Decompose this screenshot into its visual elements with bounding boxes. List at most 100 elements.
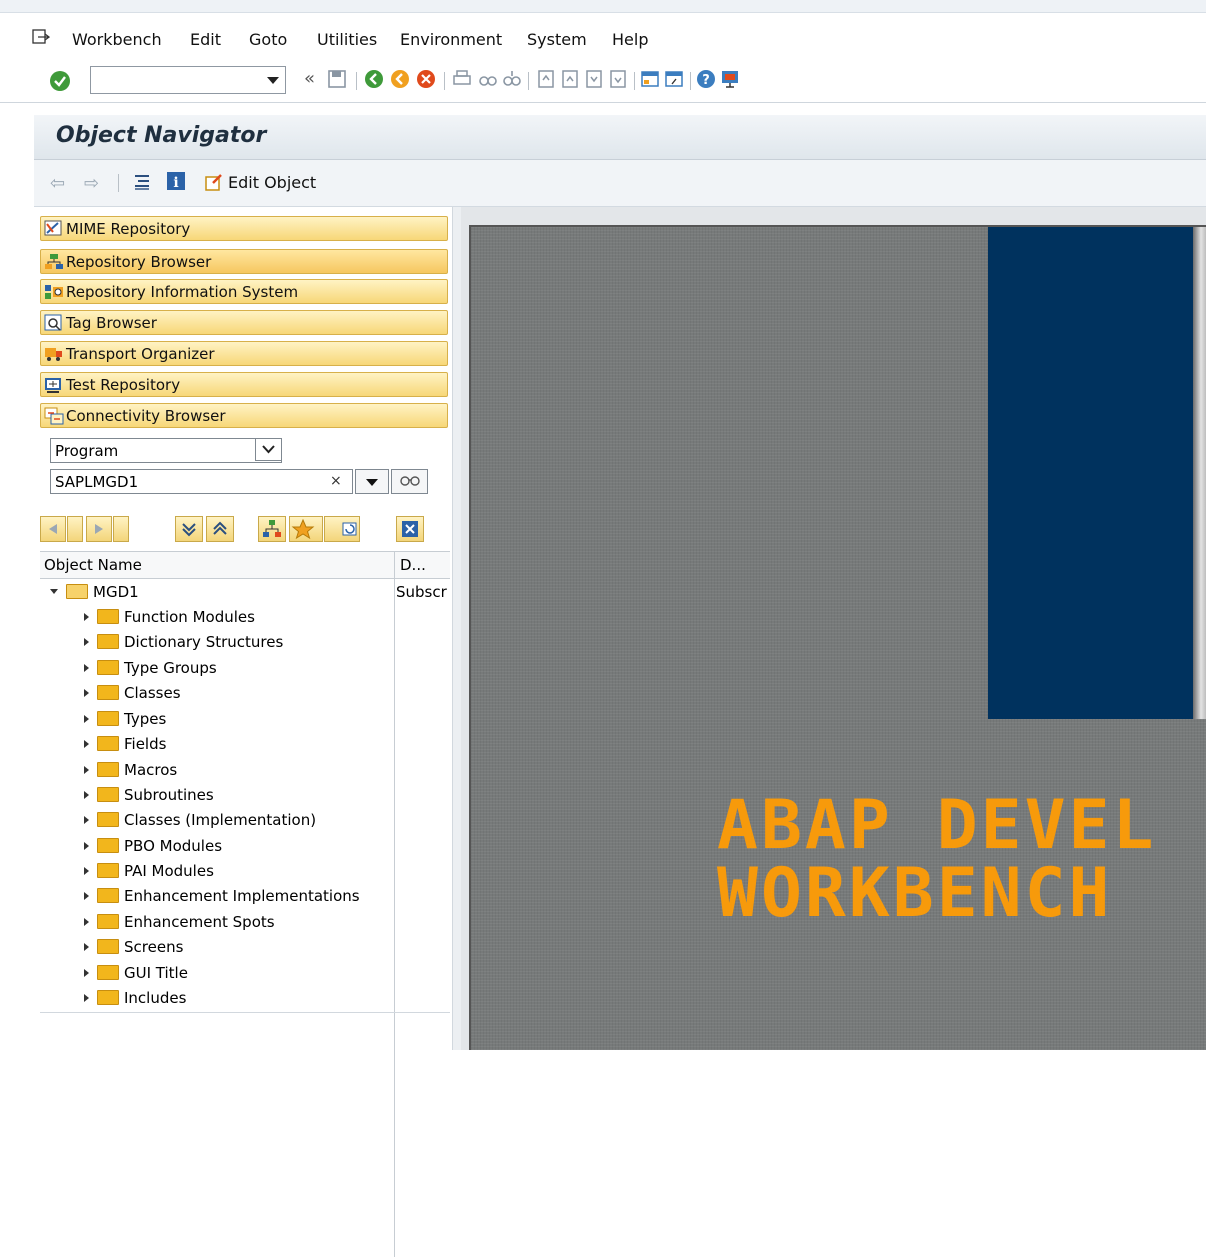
tree-forward-icon[interactable] <box>86 516 112 542</box>
expand-toggle-icon[interactable] <box>84 637 89 646</box>
collapse-all-icon[interactable] <box>206 516 234 542</box>
tree-node-enhancement-spots[interactable]: Enhancement Spots <box>40 909 275 934</box>
column-object-name[interactable]: Object Name <box>44 556 142 574</box>
new-session-icon[interactable] <box>640 68 660 90</box>
transport-organizer-button[interactable]: Transport Organizer <box>40 341 448 366</box>
tree-node-subroutines[interactable]: Subroutines <box>40 782 214 807</box>
expand-toggle-icon[interactable] <box>84 891 89 900</box>
display-button[interactable] <box>391 469 428 494</box>
info-icon[interactable]: i <box>166 171 186 191</box>
tree-node-types[interactable]: Types <box>40 706 166 731</box>
tree-node-type-groups[interactable]: Type Groups <box>40 655 217 680</box>
back-icon[interactable] <box>364 68 384 90</box>
system-menu-icon[interactable] <box>32 29 50 45</box>
edit-object-button[interactable]: Edit Object <box>204 168 316 196</box>
expand-toggle-icon[interactable] <box>84 866 89 875</box>
expand-toggle-icon[interactable] <box>84 917 89 926</box>
tree-node-pai-modules[interactable]: PAI Modules <box>40 858 214 883</box>
shortcut-icon[interactable] <box>664 68 684 90</box>
tree-back-icon[interactable] <box>40 516 66 542</box>
tree-node-enhancement-implementations[interactable]: Enhancement Implementations <box>40 883 360 908</box>
tree-forward-menu-icon[interactable] <box>113 516 129 542</box>
menu-utilities[interactable]: Utilities <box>317 30 377 49</box>
tree-node-classes-implementation[interactable]: Classes (Implementation) <box>40 807 316 832</box>
expand-toggle-icon[interactable] <box>84 993 89 1002</box>
object-name-input[interactable]: SAPLMGD1 <box>50 469 353 494</box>
hierarchy-tree-icon[interactable] <box>258 516 286 542</box>
last-page-icon[interactable] <box>608 68 628 90</box>
expand-toggle-icon[interactable] <box>84 765 89 774</box>
tree-node-classes[interactable]: Classes <box>40 680 181 705</box>
expand-toggle-icon[interactable] <box>84 942 89 951</box>
check-icon[interactable] <box>50 71 70 91</box>
clear-icon[interactable]: × <box>330 473 342 489</box>
menu-help[interactable]: Help <box>612 30 648 49</box>
menu-environment[interactable]: Environment <box>400 30 502 49</box>
expand-toggle-icon[interactable] <box>84 841 89 850</box>
forward-arrow-icon[interactable]: ⇨ <box>84 173 99 194</box>
expand-toggle-icon[interactable] <box>84 790 89 799</box>
test-repository-button[interactable]: Test Repository <box>40 372 448 397</box>
repository-info-system-button[interactable]: Repository Information System <box>40 279 448 304</box>
refresh-icon[interactable] <box>324 516 360 542</box>
tag-browser-button[interactable]: Tag Browser <box>40 310 448 335</box>
first-page-icon[interactable] <box>536 68 556 90</box>
expand-toggle-icon[interactable] <box>50 589 58 594</box>
cancel-icon[interactable] <box>416 68 436 90</box>
print-icon[interactable] <box>452 68 472 90</box>
layout-icon[interactable] <box>720 68 740 90</box>
tree-node-macros[interactable]: Macros <box>40 757 177 782</box>
tree-back-menu-icon[interactable] <box>67 516 83 542</box>
expand-toggle-icon[interactable] <box>84 663 89 672</box>
tree-node-gui-title[interactable]: GUI Title <box>40 960 188 985</box>
favorites-icon[interactable] <box>289 516 323 542</box>
next-page-icon[interactable] <box>584 68 604 90</box>
tree-node-screens[interactable]: Screens <box>40 934 183 959</box>
tree-node-fields[interactable]: Fields <box>40 731 166 756</box>
help-icon[interactable]: ? <box>696 68 716 90</box>
expand-toggle-icon[interactable] <box>84 815 89 824</box>
object-type-dropdown-button[interactable] <box>255 438 282 461</box>
tree-node-dictionary-structures[interactable]: Dictionary Structures <box>40 629 283 654</box>
connectivity-browser-button[interactable]: Connectivity Browser <box>40 403 448 428</box>
pane-splitter[interactable] <box>452 207 461 1050</box>
expand-toggle-icon[interactable] <box>84 739 89 748</box>
command-field[interactable] <box>90 66 286 94</box>
menu-edit[interactable]: Edit <box>190 30 221 49</box>
history-dropdown-button[interactable] <box>355 469 389 494</box>
repository-browser-button[interactable]: Repository Browser <box>40 249 448 274</box>
back-double-icon[interactable]: « <box>304 68 315 90</box>
back-arrow-icon[interactable]: ⇦ <box>50 173 65 194</box>
hierarchy-icon[interactable] <box>132 172 152 192</box>
tree-header: Object Name D... <box>40 551 450 579</box>
edit-object-icon <box>205 174 222 191</box>
menu-system[interactable]: System <box>527 30 587 49</box>
expand-toggle-icon[interactable] <box>84 612 89 621</box>
find-next-icon[interactable] <box>502 68 522 90</box>
save-icon[interactable] <box>328 68 346 90</box>
tree-node-function-modules[interactable]: Function Modules <box>40 604 255 629</box>
tree-node-label: GUI Title <box>124 963 188 982</box>
object-type-select[interactable]: Program <box>50 438 282 463</box>
mime-repository-button[interactable]: MIME Repository <box>40 216 448 241</box>
chevron-down-icon[interactable] <box>267 77 279 84</box>
folder-icon <box>97 812 119 827</box>
expand-toggle-icon[interactable] <box>84 968 89 977</box>
find-icon[interactable] <box>478 68 498 90</box>
svg-text:i: i <box>173 175 178 191</box>
expand-all-icon[interactable] <box>175 516 203 542</box>
tree-root-node[interactable]: MGD1 <box>40 579 139 604</box>
expand-toggle-icon[interactable] <box>84 714 89 723</box>
tree-node-pbo-modules[interactable]: PBO Modules <box>40 833 222 858</box>
svg-text:?: ? <box>702 73 710 88</box>
previous-page-icon[interactable] <box>560 68 580 90</box>
menu-workbench[interactable]: Workbench <box>72 30 162 49</box>
column-description[interactable]: D... <box>400 556 426 574</box>
test-repository-icon <box>45 377 61 393</box>
tree-node-includes[interactable]: Includes <box>40 985 186 1010</box>
tree-node-label: Classes <box>124 683 181 702</box>
exit-icon[interactable] <box>390 68 410 90</box>
menu-goto[interactable]: Goto <box>249 30 287 49</box>
close-tree-icon[interactable] <box>396 516 424 542</box>
expand-toggle-icon[interactable] <box>84 688 89 697</box>
